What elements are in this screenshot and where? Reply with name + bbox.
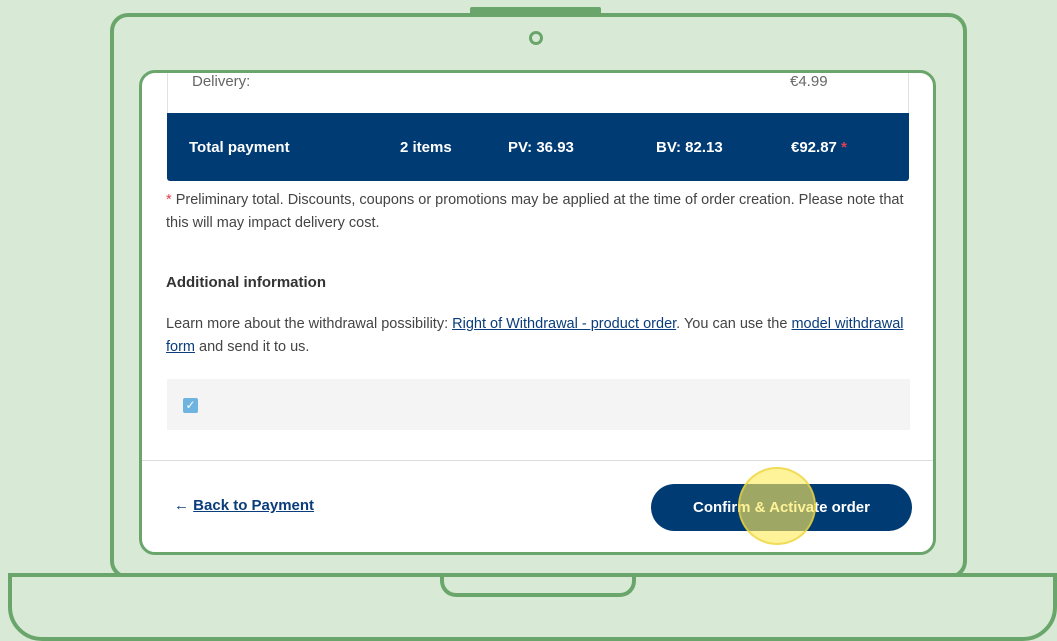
confirm-activate-order-button[interactable]: Confirm & Activate order <box>651 484 912 531</box>
total-asterisk: * <box>841 139 847 156</box>
delivery-value: €4.99 <box>790 73 828 90</box>
total-amount: €92.87 <box>791 139 837 156</box>
consent-row: ✓ <box>167 379 910 430</box>
consent-checkbox[interactable]: ✓ <box>183 398 198 413</box>
preliminary-total-note: * Preliminary total. Discounts, coupons … <box>166 189 906 235</box>
total-pv: PV: 36.93 <box>508 139 574 156</box>
delivery-label: Delivery: <box>192 73 251 90</box>
total-payment-bar: Total payment 2 items PV: 36.93 BV: 82.1… <box>167 113 909 181</box>
checkmark-icon: ✓ <box>185 398 196 412</box>
footer-divider <box>142 460 933 461</box>
note-text: Preliminary total. Discounts, coupons or… <box>166 192 904 231</box>
laptop-notch <box>470 7 601 13</box>
laptop-base-groove <box>440 573 636 597</box>
arrow-left-icon: ← <box>174 497 189 514</box>
note-asterisk: * <box>166 192 172 208</box>
withdrawal-text-after: and send it to us. <box>195 339 310 355</box>
total-bv: BV: 82.13 <box>656 139 723 156</box>
additional-info-title: Additional information <box>166 274 326 291</box>
withdrawal-text-before: Learn more about the withdrawal possibil… <box>166 316 453 332</box>
camera-icon <box>529 31 543 45</box>
back-to-payment-link[interactable]: ← Back to Payment <box>174 497 314 514</box>
total-amount-wrap: €92.87 * <box>791 139 847 156</box>
total-label: Total payment <box>189 139 290 156</box>
withdrawal-text-middle: . You can use the <box>676 316 792 332</box>
checkout-screen: Delivery: €4.99 Total payment 2 items PV… <box>139 70 936 555</box>
back-to-payment-label: Back to Payment <box>193 497 315 514</box>
total-items: 2 items <box>400 139 452 156</box>
order-summary: Delivery: €4.99 <box>167 73 909 113</box>
withdrawal-info: Learn more about the withdrawal possibil… <box>166 313 906 359</box>
right-of-withdrawal-link[interactable]: Right of Withdrawal - product order <box>452 316 676 332</box>
